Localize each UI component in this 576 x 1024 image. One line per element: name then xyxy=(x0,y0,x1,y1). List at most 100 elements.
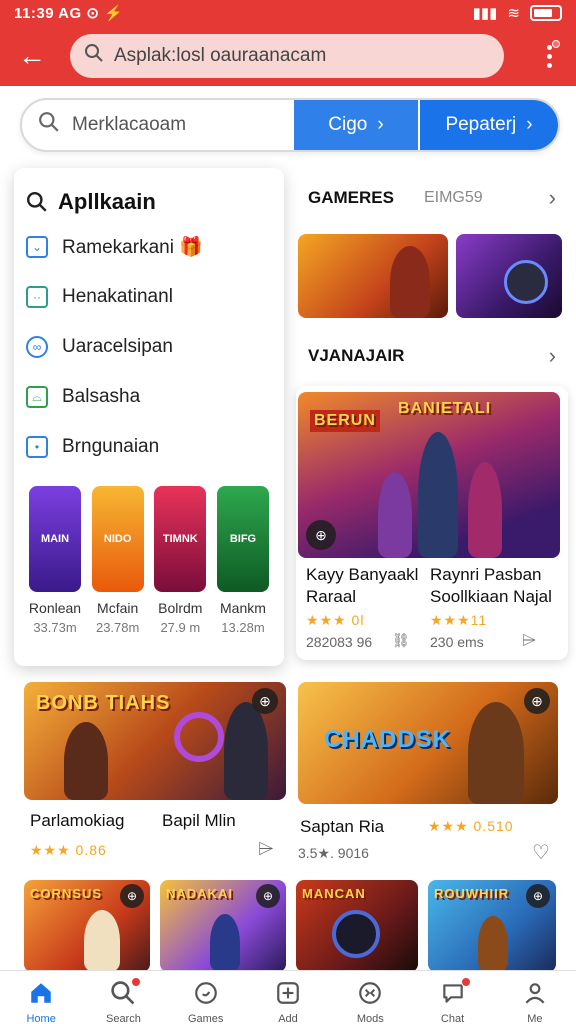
calendar-icon: ⌄ xyxy=(26,236,48,258)
overflow-menu-button[interactable] xyxy=(534,36,564,76)
app-tile[interactable]: BIFG Mankm 13.28m xyxy=(214,486,272,635)
game-thumbnail[interactable]: BONB TIAHS ⊕ xyxy=(24,682,286,800)
square-dot-icon: • xyxy=(26,436,48,458)
status-bar: 11:39 AG ⊙ ⚡ ▮▮▮ ≋ xyxy=(0,0,576,26)
nav-profile[interactable]: Me xyxy=(505,979,565,1024)
app-tile-logo: TIMNK xyxy=(162,533,198,545)
portal-figure xyxy=(174,712,224,762)
dropdown-header: Apllkaain xyxy=(26,182,272,222)
chat-bubble-icon[interactable]: ♡ xyxy=(532,840,550,865)
featured-left-meta: 282083 96 xyxy=(306,634,373,650)
notification-dot xyxy=(131,977,142,987)
dropdown-item[interactable]: ∞ Uaracelsipan xyxy=(26,322,272,372)
featured-left-rating: ★★★ 0l xyxy=(306,612,365,628)
app-tile[interactable]: TIMNK Bolrdm 27.9 m xyxy=(151,486,209,635)
top-search-text: Asplak:losl oauraanacam xyxy=(114,45,327,66)
dropdown-item[interactable]: ⌓ Balsasha xyxy=(26,372,272,422)
character-figure xyxy=(224,702,268,800)
row2-right-meta: 3.5★. 9016 xyxy=(298,845,369,861)
nav-mods[interactable]: Mods xyxy=(340,979,400,1024)
featured-right-rating: ★★★11 xyxy=(430,612,488,628)
app-tile-logo: BIFG xyxy=(229,533,257,545)
character-figure xyxy=(210,914,240,972)
nav-add[interactable]: Add xyxy=(258,979,318,1024)
featured-logo-left: BERUN xyxy=(310,410,380,432)
dropdown-item[interactable]: • Brngunaian xyxy=(26,422,272,472)
portal-figure xyxy=(332,910,380,958)
app-tile-image: NIDO xyxy=(91,486,144,592)
link-icon: ∞ xyxy=(26,336,48,358)
featured-card[interactable]: BERUN BANIETALI ⊕ Kayy Banyaakl Raraal R… xyxy=(296,386,568,660)
character-figure xyxy=(468,702,524,804)
top-search-bar[interactable]: Asplak:losl oauraanacam xyxy=(70,34,504,78)
game-thumbnail[interactable]: MANCAN xyxy=(296,880,418,972)
nav-chat[interactable]: Chat xyxy=(423,977,483,1024)
status-icons: ▮▮▮ ≋ xyxy=(473,4,562,22)
gamepad-icon: ⊕ xyxy=(252,688,278,714)
nav-games[interactable]: Games xyxy=(176,979,236,1024)
search-icon xyxy=(26,191,47,212)
nav-label: Add xyxy=(278,1013,298,1024)
app-bar: ← Asplak:losl oauraanacam xyxy=(0,26,576,86)
bottom-navigation: Home Search Games Add Mods Chat Me xyxy=(0,970,576,1024)
go-button[interactable]: Cigo › xyxy=(294,100,418,150)
character-figure xyxy=(378,472,412,558)
profile-icon xyxy=(521,979,549,1007)
game-thumbnail[interactable]: CORNSUS ⊕ xyxy=(24,880,150,972)
search-icon xyxy=(84,43,104,69)
dropdown-item-label: Balsasha xyxy=(62,386,141,407)
search-placeholder: Merklacaoam xyxy=(72,114,187,135)
back-button[interactable]: ← xyxy=(12,36,52,76)
gamepad-icon: ⊕ xyxy=(526,884,550,908)
search-input[interactable]: Merklacaoam xyxy=(22,100,294,150)
section-subtitle: EIMG59 xyxy=(423,189,483,206)
gamepad-icon: ⊕ xyxy=(306,520,336,550)
share-icon[interactable]: ⌲ xyxy=(522,630,536,651)
section-header-featured[interactable]: VJANAJAIR › xyxy=(296,328,568,384)
games-icon xyxy=(192,979,220,1007)
search-icon xyxy=(38,111,60,139)
game-thumbnail[interactable]: NADAKAI ⊕ xyxy=(160,880,286,972)
game-logo: BONB TIAHS xyxy=(36,692,171,714)
game-thumbnail[interactable] xyxy=(456,234,562,318)
gamepad-icon: ⊕ xyxy=(120,884,144,908)
app-tile-size: 23.78m xyxy=(95,620,140,635)
app-tile[interactable]: MAIN Ronlean 33.73m xyxy=(26,486,84,635)
bag-icon: ⌓ xyxy=(26,386,48,408)
wifi-icon: ≋ xyxy=(507,5,520,22)
section-header-games[interactable]: GAMERES EIMG59 › xyxy=(296,170,568,226)
game-thumbnail[interactable]: CHADDSK ⊕ xyxy=(298,682,558,804)
chevron-right-icon: › xyxy=(526,114,533,135)
share-icon[interactable]: ⌲ xyxy=(258,838,274,861)
chevron-right-icon: › xyxy=(548,185,556,210)
face-icon: ·· xyxy=(26,286,48,308)
dropdown-item[interactable]: ⌄ Ramekarkani 🎁 xyxy=(26,222,272,272)
game-logo: CHADDSK xyxy=(324,726,451,753)
dropdown-item[interactable]: ·· Henakatinanl xyxy=(26,272,272,322)
app-tile-name: Ronlean xyxy=(28,600,82,616)
character-figure xyxy=(468,462,502,558)
nav-label: Home xyxy=(26,1013,56,1024)
nav-label: Chat xyxy=(440,1013,465,1024)
search-row: Merklacaoam Cigo › Pepaterj › xyxy=(20,98,560,152)
notification-dot xyxy=(460,977,471,987)
nav-label: Me xyxy=(527,1013,543,1024)
app-tile-logo: NIDO xyxy=(103,533,132,545)
section-title: VJANAJAIR xyxy=(308,346,405,365)
character-figure xyxy=(84,910,120,972)
dropdown-item-label: Uaracelsipan xyxy=(62,336,173,357)
app-tile[interactable]: NIDO Mcfain 23.78m xyxy=(89,486,147,635)
category-dropdown: Apllkaain ⌄ Ramekarkani 🎁 ·· Henakatinan… xyxy=(14,168,284,666)
game-thumbnail[interactable]: ROUWHIIR ⊕ xyxy=(428,880,556,972)
game-thumbnail[interactable] xyxy=(298,234,448,318)
nav-search[interactable]: Search xyxy=(93,977,153,1024)
character-figure xyxy=(478,916,508,972)
filter-button[interactable]: Pepaterj › xyxy=(418,100,558,150)
dropdown-item-label: Henakatinanl xyxy=(62,286,173,307)
dropdown-item-label: Brngunaian xyxy=(62,436,160,457)
character-figure xyxy=(418,432,458,558)
nav-home[interactable]: Home xyxy=(11,979,71,1024)
game-logo: NADAKAI xyxy=(166,886,233,901)
featured-image: BERUN BANIETALI ⊕ xyxy=(298,392,560,558)
add-icon xyxy=(274,979,302,1007)
